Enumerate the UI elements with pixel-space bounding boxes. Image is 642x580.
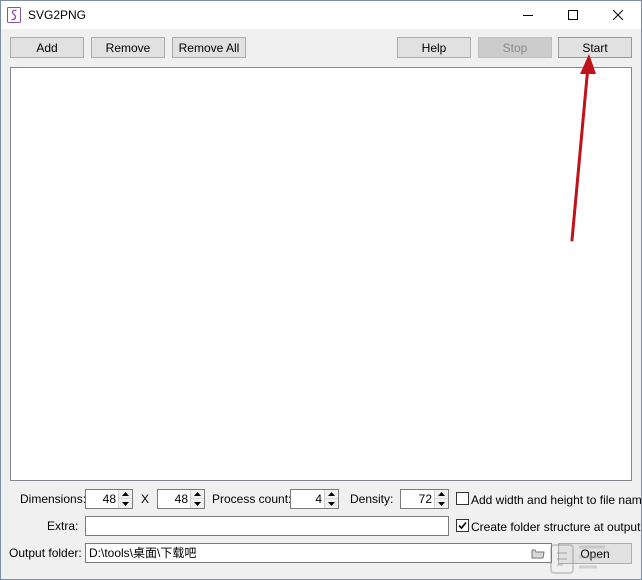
add-wh-checkbox[interactable] (456, 492, 469, 505)
height-value: 48 (174, 492, 188, 506)
extra-label: Extra: (47, 519, 79, 533)
width-spin-arrows (118, 490, 132, 508)
density-spin-arrows (434, 490, 448, 508)
height-spin-arrows (190, 490, 204, 508)
output-folder-input[interactable]: D:\tools\桌面\下载吧 (85, 543, 552, 563)
title-bar[interactable]: SVG2PNG (1, 1, 641, 29)
svg-app-icon (7, 7, 21, 23)
start-button[interactable]: Start (558, 37, 632, 58)
close-icon (613, 10, 623, 20)
spin-down-icon[interactable] (191, 499, 204, 508)
output-folder-value: D:\tools\桌面\下载吧 (89, 546, 197, 560)
dimensions-label: Dimensions: (20, 492, 87, 506)
add-button[interactable]: Add (10, 37, 84, 58)
density-label: Density: (350, 492, 394, 506)
density-spinbox[interactable]: 72 (400, 489, 449, 509)
times-label: X (141, 492, 150, 506)
add-wh-label: Add width and height to file name (471, 493, 642, 507)
extra-input[interactable] (85, 516, 449, 536)
process-count-spin-arrows (324, 490, 338, 508)
width-value: 48 (102, 492, 116, 506)
window-title: SVG2PNG (28, 8, 87, 22)
spin-up-icon[interactable] (119, 490, 132, 499)
folder-browse-icon[interactable] (531, 547, 545, 562)
file-list[interactable] (10, 67, 632, 481)
minimize-button[interactable] (505, 1, 551, 29)
watermark-logo (549, 541, 609, 579)
maximize-button[interactable] (550, 1, 596, 29)
spin-up-icon[interactable] (191, 490, 204, 499)
process-count-label: Process count: (212, 492, 292, 506)
process-count-spinbox[interactable]: 4 (290, 489, 339, 509)
remove-all-button[interactable]: Remove All (172, 37, 246, 58)
density-value: 72 (418, 492, 432, 506)
spin-down-icon[interactable] (435, 499, 448, 508)
checkmark-icon (458, 521, 467, 530)
output-folder-label: Output folder: (9, 546, 82, 560)
maximize-icon (568, 10, 578, 20)
height-spinbox[interactable]: 48 (157, 489, 205, 509)
create-folder-checkbox[interactable] (456, 519, 469, 532)
process-count-value: 4 (315, 492, 322, 506)
create-folder-label: Create folder structure at output (471, 520, 641, 534)
spin-up-icon[interactable] (325, 490, 338, 499)
remove-button[interactable]: Remove (91, 37, 165, 58)
help-button[interactable]: Help (397, 37, 471, 58)
spin-down-icon[interactable] (325, 499, 338, 508)
close-button[interactable] (595, 1, 641, 29)
stop-button[interactable]: Stop (478, 37, 552, 58)
spin-down-icon[interactable] (119, 499, 132, 508)
app-window: SVG2PNG Add Remove Remove All Help Stop … (0, 0, 642, 580)
width-spinbox[interactable]: 48 (85, 489, 133, 509)
spin-up-icon[interactable] (435, 490, 448, 499)
minimize-icon (523, 15, 533, 16)
